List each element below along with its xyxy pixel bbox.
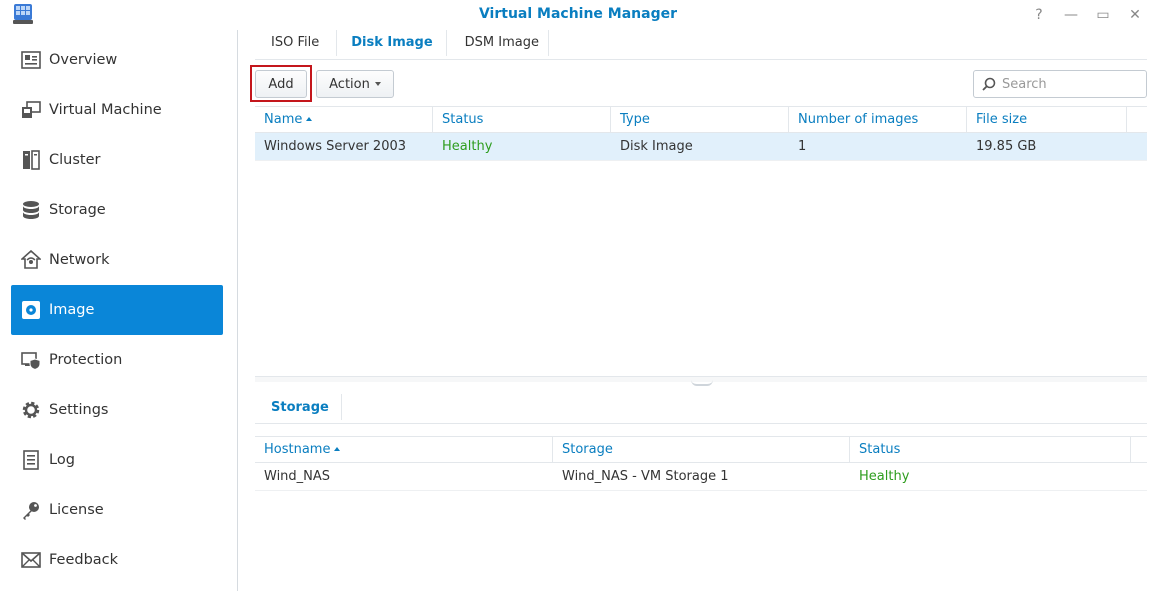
sidebar-item-label: Cluster [49,152,101,168]
main-panel: ISO File Disk Image DSM Image Add Action… [239,30,1156,591]
tab-dsm-image[interactable]: DSM Image [449,30,555,60]
cell-size: 19.85 GB [976,139,1037,154]
overview-icon [20,49,42,71]
storage-table-header: Hostname Storage Status [255,436,1147,463]
add-button[interactable]: Add [255,70,307,98]
cell-status: Healthy [442,139,493,154]
images-table-header: Name Status Type Number of images File s… [255,106,1147,133]
panel-splitter[interactable] [255,376,1147,386]
toolbar: Add Action [250,65,1147,102]
sidebar-item-label: Feedback [49,552,119,568]
sidebar-item-label: License [49,502,104,518]
sidebar-item-label: Image [49,302,95,318]
column-header-name[interactable]: Name [255,107,433,133]
minimize-icon[interactable]: — [1060,5,1082,25]
sort-ascending-icon [306,117,313,121]
column-header-spacer [1131,437,1147,463]
tab-storage[interactable]: Storage [255,394,345,424]
sidebar-item-image[interactable]: Image [11,285,223,335]
search-box[interactable] [973,70,1147,98]
action-button-label: Action [329,76,370,92]
sidebar-item-settings[interactable]: Settings [11,385,223,435]
cell-hostname: Wind_NAS [264,469,331,484]
chevron-down-icon [374,82,381,86]
cell-storage: Wind_NAS - VM Storage 1 [562,469,729,484]
envelope-icon [20,549,42,571]
storage-icon [20,199,42,221]
virtual-machine-icon [20,99,42,121]
sidebar-item-label: Network [49,252,110,268]
help-icon[interactable]: ? [1028,5,1050,25]
sidebar-item-storage[interactable]: Storage [11,185,223,235]
protection-icon [20,349,42,371]
tab-divider [336,30,337,56]
sidebar-item-label: Overview [49,52,118,68]
sidebar-item-label: Log [49,452,75,468]
table-row[interactable]: Windows Server 2003 Healthy Disk Image 1… [255,133,1147,161]
tab-iso-file[interactable]: ISO File [255,30,335,60]
sidebar-item-protection[interactable]: Protection [11,335,223,385]
column-header-status[interactable]: Status [433,107,611,133]
sidebar-item-virtual-machine[interactable]: Virtual Machine [11,85,223,135]
sidebar-item-cluster[interactable]: Cluster [11,135,223,185]
gear-icon [20,399,42,421]
network-icon [20,249,42,271]
vmm-window: Virtual Machine Manager ? — ▭ ✕ Overview… [0,0,1156,591]
tab-divider [341,394,342,420]
column-header-status[interactable]: Status [850,437,1131,463]
close-icon[interactable]: ✕ [1124,5,1146,25]
tab-divider [548,30,549,56]
column-header-number-of-images[interactable]: Number of images [789,107,967,133]
log-icon [20,449,42,471]
column-header-file-size[interactable]: File size [967,107,1127,133]
splitter-handle[interactable] [691,380,713,386]
sidebar-item-overview[interactable]: Overview [11,35,223,85]
cell-type: Disk Image [620,139,693,154]
action-button[interactable]: Action [316,70,394,98]
cluster-icon [20,149,42,171]
tab-disk-image[interactable]: Disk Image [335,30,448,60]
column-header-type[interactable]: Type [611,107,789,133]
sidebar-item-network[interactable]: Network [11,235,223,285]
maximize-icon[interactable]: ▭ [1092,5,1114,25]
key-icon [20,499,42,521]
cell-status: Healthy [859,469,910,484]
image-icon [20,299,42,321]
column-header-label: Name [264,112,303,127]
column-header-storage[interactable]: Storage [553,437,850,463]
image-tabs: ISO File Disk Image DSM Image [255,30,1147,60]
sidebar-item-label: Virtual Machine [49,102,162,118]
table-row[interactable]: Wind_NAS Wind_NAS - VM Storage 1 Healthy [255,463,1147,491]
sidebar-item-log[interactable]: Log [11,435,223,485]
column-header-label: Hostname [264,442,331,457]
search-input[interactable] [1002,76,1132,92]
sidebar-item-feedback[interactable]: Feedback [11,535,223,585]
tab-divider [446,30,447,56]
title-bar: Virtual Machine Manager ? — ▭ ✕ [0,0,1156,30]
sidebar: Overview Virtual Machine Cluster Storage… [0,30,238,591]
column-header-spacer [1127,107,1147,133]
sidebar-item-label: Protection [49,352,123,368]
column-header-hostname[interactable]: Hostname [255,437,553,463]
cell-count: 1 [798,139,807,154]
sidebar-item-label: Storage [49,202,106,218]
window-title: Virtual Machine Manager [478,6,678,22]
search-icon [982,77,996,91]
sort-ascending-icon [334,447,341,451]
images-table: Name Status Type Number of images File s… [255,106,1147,161]
cell-name: Windows Server 2003 [264,139,407,154]
sidebar-item-license[interactable]: License [11,485,223,535]
detail-tabs: Storage [255,394,1147,424]
storage-table: Hostname Storage Status Wind_NAS Wind_NA… [255,436,1147,491]
sidebar-item-label: Settings [49,402,109,418]
